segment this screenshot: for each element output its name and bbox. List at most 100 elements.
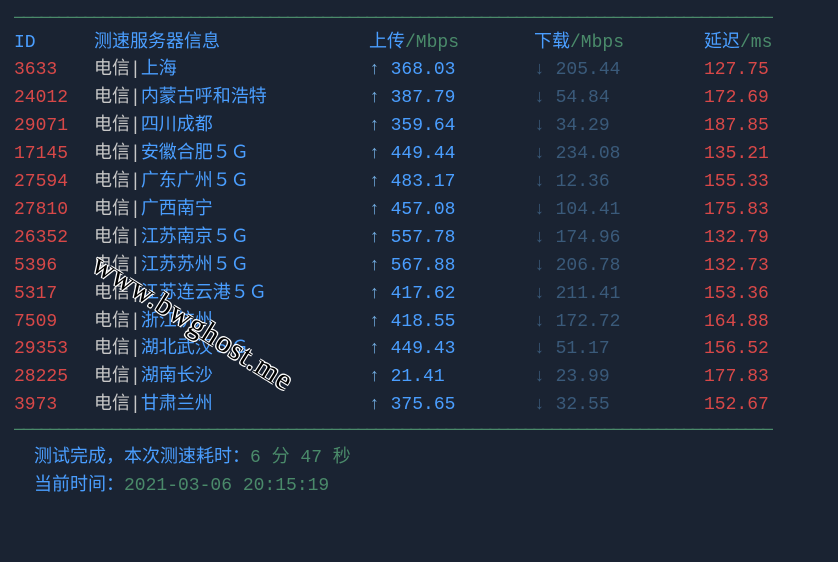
table-row: 5396电信|江苏苏州５Ｇ↑ 567.88↓ 206.78132.73 — [14, 253, 824, 281]
up-arrow-icon: ↑ — [369, 367, 380, 387]
down-arrow-icon: ↓ — [534, 284, 545, 304]
up-arrow-icon: ↑ — [369, 172, 380, 192]
cell-id: 5396 — [14, 253, 94, 281]
cell-id: 27594 — [14, 169, 94, 197]
cell-id: 5317 — [14, 281, 94, 309]
cell-download: ↓ 205.44 — [534, 57, 704, 85]
cell-server: 电信|广东广州５Ｇ — [94, 169, 369, 197]
cell-latency: 132.79 — [704, 225, 824, 253]
cell-download: ↓ 32.55 — [534, 392, 704, 420]
cell-server: 电信|广西南宁 — [94, 197, 369, 225]
separator-line-top: ————————————————————————————————————————… — [14, 8, 824, 30]
header-upload: 上传/Mbps — [369, 30, 534, 58]
cell-upload: ↑ 557.78 — [369, 225, 534, 253]
cell-download: ↓ 51.17 — [534, 336, 704, 364]
cell-download: ↓ 206.78 — [534, 253, 704, 281]
cell-download: ↓ 104.41 — [534, 197, 704, 225]
cell-latency: 156.52 — [704, 336, 824, 364]
cell-latency: 172.69 — [704, 85, 824, 113]
cell-server: 电信|江苏苏州５Ｇ — [94, 253, 369, 281]
table-row: 5317电信|江苏连云港５Ｇ↑ 417.62↓ 211.41153.36 — [14, 281, 824, 309]
header-id: ID — [14, 30, 94, 58]
separator-line-bottom: ————————————————————————————————————————… — [14, 420, 824, 442]
down-arrow-icon: ↓ — [534, 367, 545, 387]
table-row: 7509电信|浙江杭州↑ 418.55↓ 172.72164.88 — [14, 309, 824, 337]
down-arrow-icon: ↓ — [534, 172, 545, 192]
down-arrow-icon: ↓ — [534, 88, 545, 108]
table-row: 26352电信|江苏南京５Ｇ↑ 557.78↓ 174.96132.79 — [14, 225, 824, 253]
table-row: 29071电信|四川成都↑ 359.64↓ 34.29187.85 — [14, 113, 824, 141]
cell-download: ↓ 211.41 — [534, 281, 704, 309]
cell-download: ↓ 54.84 — [534, 85, 704, 113]
cell-id: 3973 — [14, 392, 94, 420]
up-arrow-icon: ↑ — [369, 284, 380, 304]
table-row: 28225电信|湖南长沙↑ 21.41↓ 23.99177.83 — [14, 364, 824, 392]
cell-id: 3633 — [14, 57, 94, 85]
down-arrow-icon: ↓ — [534, 256, 545, 276]
table-body: 3633电信|上海↑ 368.03↓ 205.44127.7524012电信|内… — [14, 57, 824, 420]
cell-latency: 175.83 — [704, 197, 824, 225]
cell-server: 电信|湖北武汉５Ｇ — [94, 336, 369, 364]
cell-latency: 127.75 — [704, 57, 824, 85]
up-arrow-icon: ↑ — [369, 200, 380, 220]
cell-download: ↓ 12.36 — [534, 169, 704, 197]
header-server: 测速服务器信息 — [94, 30, 369, 58]
down-arrow-icon: ↓ — [534, 228, 545, 248]
table-header: ID 测速服务器信息 上传/Mbps 下载/Mbps 延迟/ms — [14, 30, 824, 58]
cell-download: ↓ 34.29 — [534, 113, 704, 141]
down-arrow-icon: ↓ — [534, 312, 545, 332]
cell-latency: 187.85 — [704, 113, 824, 141]
cell-upload: ↑ 21.41 — [369, 364, 534, 392]
cell-id: 17145 — [14, 141, 94, 169]
cell-upload: ↑ 417.62 — [369, 281, 534, 309]
cell-upload: ↑ 387.79 — [369, 85, 534, 113]
down-arrow-icon: ↓ — [534, 144, 545, 164]
up-arrow-icon: ↑ — [369, 60, 380, 80]
cell-upload: ↑ 483.17 — [369, 169, 534, 197]
cell-server: 电信|四川成都 — [94, 113, 369, 141]
down-arrow-icon: ↓ — [534, 116, 545, 136]
cell-server: 电信|内蒙古呼和浩特 — [94, 85, 369, 113]
header-download: 下载/Mbps — [534, 30, 704, 58]
cell-id: 26352 — [14, 225, 94, 253]
cell-id: 7509 — [14, 309, 94, 337]
cell-upload: ↑ 567.88 — [369, 253, 534, 281]
cell-upload: ↑ 449.44 — [369, 141, 534, 169]
cell-download: ↓ 172.72 — [534, 309, 704, 337]
cell-upload: ↑ 449.43 — [369, 336, 534, 364]
cell-id: 24012 — [14, 85, 94, 113]
cell-id: 28225 — [14, 364, 94, 392]
footer: 测试完成，本次测速耗时：6 分 47 秒 当前时间：2021-03-06 20:… — [14, 444, 824, 502]
down-arrow-icon: ↓ — [534, 60, 545, 80]
cell-download: ↓ 234.08 — [534, 141, 704, 169]
table-row: 24012电信|内蒙古呼和浩特↑ 387.79↓ 54.84172.69 — [14, 85, 824, 113]
cell-server: 电信|浙江杭州 — [94, 309, 369, 337]
cell-latency: 135.21 — [704, 141, 824, 169]
cell-latency: 153.36 — [704, 281, 824, 309]
cell-latency: 164.88 — [704, 309, 824, 337]
cell-upload: ↑ 418.55 — [369, 309, 534, 337]
cell-latency: 177.83 — [704, 364, 824, 392]
table-row: 27810电信|广西南宁↑ 457.08↓ 104.41175.83 — [14, 197, 824, 225]
up-arrow-icon: ↑ — [369, 144, 380, 164]
up-arrow-icon: ↑ — [369, 312, 380, 332]
table-row: 17145电信|安徽合肥５Ｇ↑ 449.44↓ 234.08135.21 — [14, 141, 824, 169]
cell-server: 电信|江苏连云港５Ｇ — [94, 281, 369, 309]
cell-upload: ↑ 457.08 — [369, 197, 534, 225]
header-latency: 延迟/ms — [704, 30, 824, 58]
down-arrow-icon: ↓ — [534, 200, 545, 220]
up-arrow-icon: ↑ — [369, 339, 380, 359]
footer-duration: 测试完成，本次测速耗时：6 分 47 秒 — [14, 444, 824, 473]
cell-id: 29353 — [14, 336, 94, 364]
cell-latency: 132.73 — [704, 253, 824, 281]
up-arrow-icon: ↑ — [369, 256, 380, 276]
cell-server: 电信|江苏南京５Ｇ — [94, 225, 369, 253]
table-row: 29353电信|湖北武汉５Ｇ↑ 449.43↓ 51.17156.52 — [14, 336, 824, 364]
up-arrow-icon: ↑ — [369, 88, 380, 108]
table-row: 27594电信|广东广州５Ｇ↑ 483.17↓ 12.36155.33 — [14, 169, 824, 197]
table-row: 3633电信|上海↑ 368.03↓ 205.44127.75 — [14, 57, 824, 85]
cell-download: ↓ 23.99 — [534, 364, 704, 392]
cell-download: ↓ 174.96 — [534, 225, 704, 253]
down-arrow-icon: ↓ — [534, 395, 545, 415]
cell-latency: 155.33 — [704, 169, 824, 197]
